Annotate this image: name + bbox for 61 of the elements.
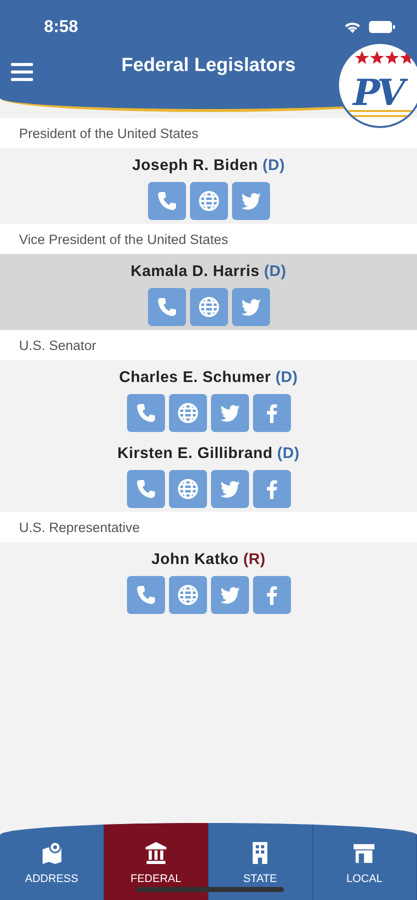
bank-icon bbox=[144, 840, 168, 865]
phone-icon bbox=[134, 402, 156, 424]
section-heading: U.S. Senator bbox=[0, 330, 417, 360]
bird-icon bbox=[218, 584, 240, 606]
tab[interactable]: LOCAL bbox=[312, 823, 417, 900]
phone-icon bbox=[134, 478, 156, 500]
party-label: (D) bbox=[277, 445, 300, 462]
twitter-button[interactable] bbox=[210, 470, 248, 508]
facebook-button[interactable] bbox=[252, 576, 290, 614]
page-title: Federal Legislators bbox=[120, 54, 297, 78]
phone-button[interactable] bbox=[148, 288, 186, 326]
web-button[interactable] bbox=[168, 470, 206, 508]
phone-button[interactable] bbox=[126, 470, 164, 508]
web-button[interactable] bbox=[168, 576, 206, 614]
legislator-row[interactable]: Kirsten E. Gillibrand (D) bbox=[0, 436, 417, 512]
phone-button[interactable] bbox=[126, 394, 164, 432]
facebook-button[interactable] bbox=[252, 470, 290, 508]
section-heading: U.S. Representative bbox=[0, 512, 417, 542]
facebook-button[interactable] bbox=[252, 394, 290, 432]
menu-icon[interactable] bbox=[11, 63, 33, 81]
phone-icon bbox=[134, 584, 156, 606]
section-heading: President of the United States bbox=[0, 118, 417, 148]
legislator-name: Kamala D. Harris bbox=[130, 263, 260, 280]
legislator-name: John Katko bbox=[151, 551, 239, 568]
globe-icon bbox=[176, 584, 198, 606]
phone-icon bbox=[156, 296, 178, 318]
web-button[interactable] bbox=[168, 394, 206, 432]
bird-icon bbox=[218, 478, 240, 500]
legislator-name: Charles E. Schumer bbox=[119, 369, 271, 386]
party-label: (R) bbox=[243, 551, 266, 568]
globe-icon bbox=[176, 402, 198, 424]
phone-button[interactable] bbox=[126, 576, 164, 614]
bird-icon bbox=[240, 296, 262, 318]
twitter-button[interactable] bbox=[210, 576, 248, 614]
web-button[interactable] bbox=[190, 288, 228, 326]
phone-button[interactable] bbox=[148, 182, 186, 220]
twitter-button[interactable] bbox=[210, 394, 248, 432]
legislator-row[interactable]: Joseph R. Biden (D) bbox=[0, 148, 417, 224]
globe-icon bbox=[198, 190, 220, 212]
party-label: (D) bbox=[264, 263, 286, 280]
legislator-row[interactable]: John Katko (R) bbox=[0, 542, 417, 618]
wifi-icon bbox=[344, 21, 361, 33]
map-pin-icon bbox=[40, 840, 64, 865]
section-heading: Vice President of the United States bbox=[0, 224, 417, 254]
bird-icon bbox=[218, 402, 240, 424]
battery-icon bbox=[369, 21, 395, 33]
legislator-row[interactable]: Kamala D. Harris (D) bbox=[0, 254, 417, 330]
legislator-name: Kirsten E. Gillibrand bbox=[117, 445, 273, 462]
web-button[interactable] bbox=[190, 182, 228, 220]
twitter-button[interactable] bbox=[232, 288, 270, 326]
party-label: (D) bbox=[275, 369, 298, 386]
legislator-row[interactable]: Charles E. Schumer (D) bbox=[0, 360, 417, 436]
bird-icon bbox=[240, 190, 262, 212]
party-label: (D) bbox=[262, 157, 285, 174]
globe-icon bbox=[198, 296, 220, 318]
tab[interactable]: FEDERAL bbox=[104, 823, 208, 900]
status-time: 8:58 bbox=[44, 16, 78, 38]
phone-icon bbox=[156, 190, 178, 212]
globe-icon bbox=[176, 478, 198, 500]
legislator-name: Joseph R. Biden bbox=[132, 157, 258, 174]
twitter-button[interactable] bbox=[232, 182, 270, 220]
